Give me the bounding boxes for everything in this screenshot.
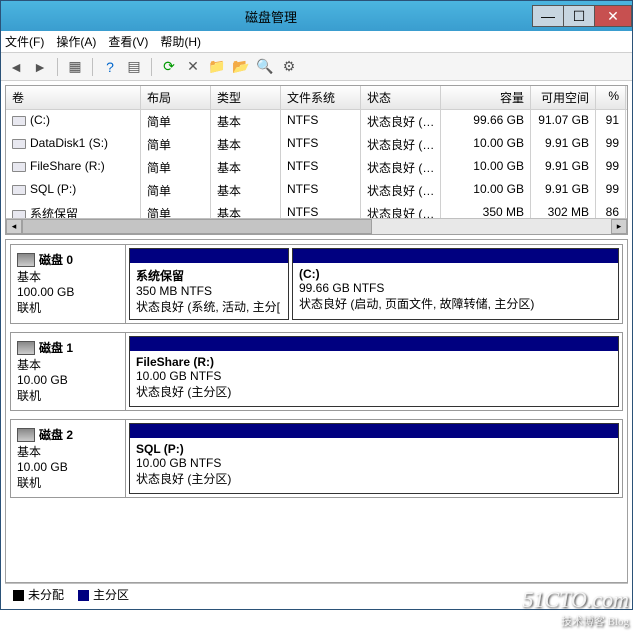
scroll-thumb[interactable] [22, 219, 372, 234]
volume-icon [12, 116, 26, 126]
help-icon[interactable]: ? [101, 58, 119, 76]
table-row[interactable]: DataDisk1 (S:)简单基本NTFS状态良好 (…10.00 GB9.9… [6, 133, 627, 156]
partition[interactable]: 系统保留350 MB NTFS状态良好 (系统, 活动, 主分[ [129, 248, 289, 320]
disk-info[interactable]: 磁盘 0基本100.00 GB联机 [11, 245, 126, 323]
partition[interactable]: SQL (P:)10.00 GB NTFS状态良好 (主分区) [129, 423, 619, 494]
header-layout[interactable]: 布局 [141, 86, 211, 109]
disk-icon [17, 341, 35, 355]
header-free[interactable]: 可用空间 [531, 86, 596, 109]
maximize-button[interactable]: ☐ [563, 5, 595, 27]
partition-header [130, 337, 618, 351]
disk-info[interactable]: 磁盘 1基本10.00 GB联机 [11, 333, 126, 410]
forward-icon[interactable]: ► [31, 58, 49, 76]
disk-row: 磁盘 2基本10.00 GB联机SQL (P:)10.00 GB NTFS状态良… [10, 419, 623, 498]
partition-header [130, 249, 288, 263]
menu-view[interactable]: 查看(V) [108, 33, 148, 50]
volume-icon [12, 210, 26, 218]
disk-row: 磁盘 0基本100.00 GB联机系统保留350 MB NTFS状态良好 (系统… [10, 244, 623, 324]
views-icon[interactable]: ▦ [66, 58, 84, 76]
menubar: 文件(F) 操作(A) 查看(V) 帮助(H) [1, 31, 632, 53]
table-row[interactable]: 系统保留简单基本NTFS状态良好 (…350 MB302 MB86 [6, 202, 627, 218]
titlebar: 磁盘管理 — ☐ ✕ [1, 1, 632, 31]
partition[interactable]: (C:)99.66 GB NTFS状态良好 (启动, 页面文件, 故障转储, 主… [292, 248, 619, 320]
menu-help[interactable]: 帮助(H) [160, 33, 201, 50]
toolbar: ◄ ► ▦ ? ▤ ⟳ ✕ 📁 📂 🔍 ⚙ [1, 53, 632, 81]
volume-icon [12, 162, 26, 172]
partition[interactable]: FileShare (R:)10.00 GB NTFS状态良好 (主分区) [129, 336, 619, 407]
header-type[interactable]: 类型 [211, 86, 281, 109]
legend-primary: 主分区 [78, 586, 129, 603]
header-pct[interactable]: % [596, 86, 626, 109]
refresh-icon[interactable]: ⟳ [160, 58, 178, 76]
delete-icon[interactable]: ✕ [184, 58, 202, 76]
disk-icon [17, 253, 35, 267]
panel-icon[interactable]: ▤ [125, 58, 143, 76]
table-row[interactable]: (C:)简单基本NTFS状态良好 (…99.66 GB91.07 GB91 [6, 110, 627, 133]
disk-row: 磁盘 1基本10.00 GB联机FileShare (R:)10.00 GB N… [10, 332, 623, 411]
open-icon[interactable]: 📂 [232, 58, 250, 76]
legend-unallocated: 未分配 [13, 586, 64, 603]
menu-action[interactable]: 操作(A) [56, 33, 96, 50]
table-header: 卷 布局 类型 文件系统 状态 容量 可用空间 % [6, 86, 627, 110]
scroll-right-icon[interactable]: ▸ [611, 219, 627, 234]
minimize-button[interactable]: — [532, 5, 564, 27]
window-title: 磁盘管理 [9, 7, 533, 26]
header-fs[interactable]: 文件系统 [281, 86, 361, 109]
menu-file[interactable]: 文件(F) [5, 33, 44, 50]
header-capacity[interactable]: 容量 [441, 86, 531, 109]
legend: 未分配 主分区 [5, 583, 628, 605]
close-button[interactable]: ✕ [594, 5, 632, 27]
volume-list: 卷 布局 类型 文件系统 状态 容量 可用空间 % (C:)简单基本NTFS状态… [5, 85, 628, 235]
header-status[interactable]: 状态 [361, 86, 441, 109]
volume-icon [12, 185, 26, 195]
header-volume[interactable]: 卷 [6, 86, 141, 109]
horizontal-scrollbar[interactable]: ◂ ▸ [6, 218, 627, 234]
properties-icon[interactable]: ⚙ [280, 58, 298, 76]
table-row[interactable]: FileShare (R:)简单基本NTFS状态良好 (…10.00 GB9.9… [6, 156, 627, 179]
disk-icon [17, 428, 35, 442]
volume-icon [12, 139, 26, 149]
table-row[interactable]: SQL (P:)简单基本NTFS状态良好 (…10.00 GB9.91 GB99 [6, 179, 627, 202]
zoom-icon[interactable]: 🔍 [256, 58, 274, 76]
scroll-left-icon[interactable]: ◂ [6, 219, 22, 234]
disk-graphical-view: 磁盘 0基本100.00 GB联机系统保留350 MB NTFS状态良好 (系统… [5, 239, 628, 583]
partition-header [293, 249, 618, 263]
back-icon[interactable]: ◄ [7, 58, 25, 76]
disk-info[interactable]: 磁盘 2基本10.00 GB联机 [11, 420, 126, 497]
partition-header [130, 424, 618, 438]
folder-icon[interactable]: 📁 [208, 58, 226, 76]
